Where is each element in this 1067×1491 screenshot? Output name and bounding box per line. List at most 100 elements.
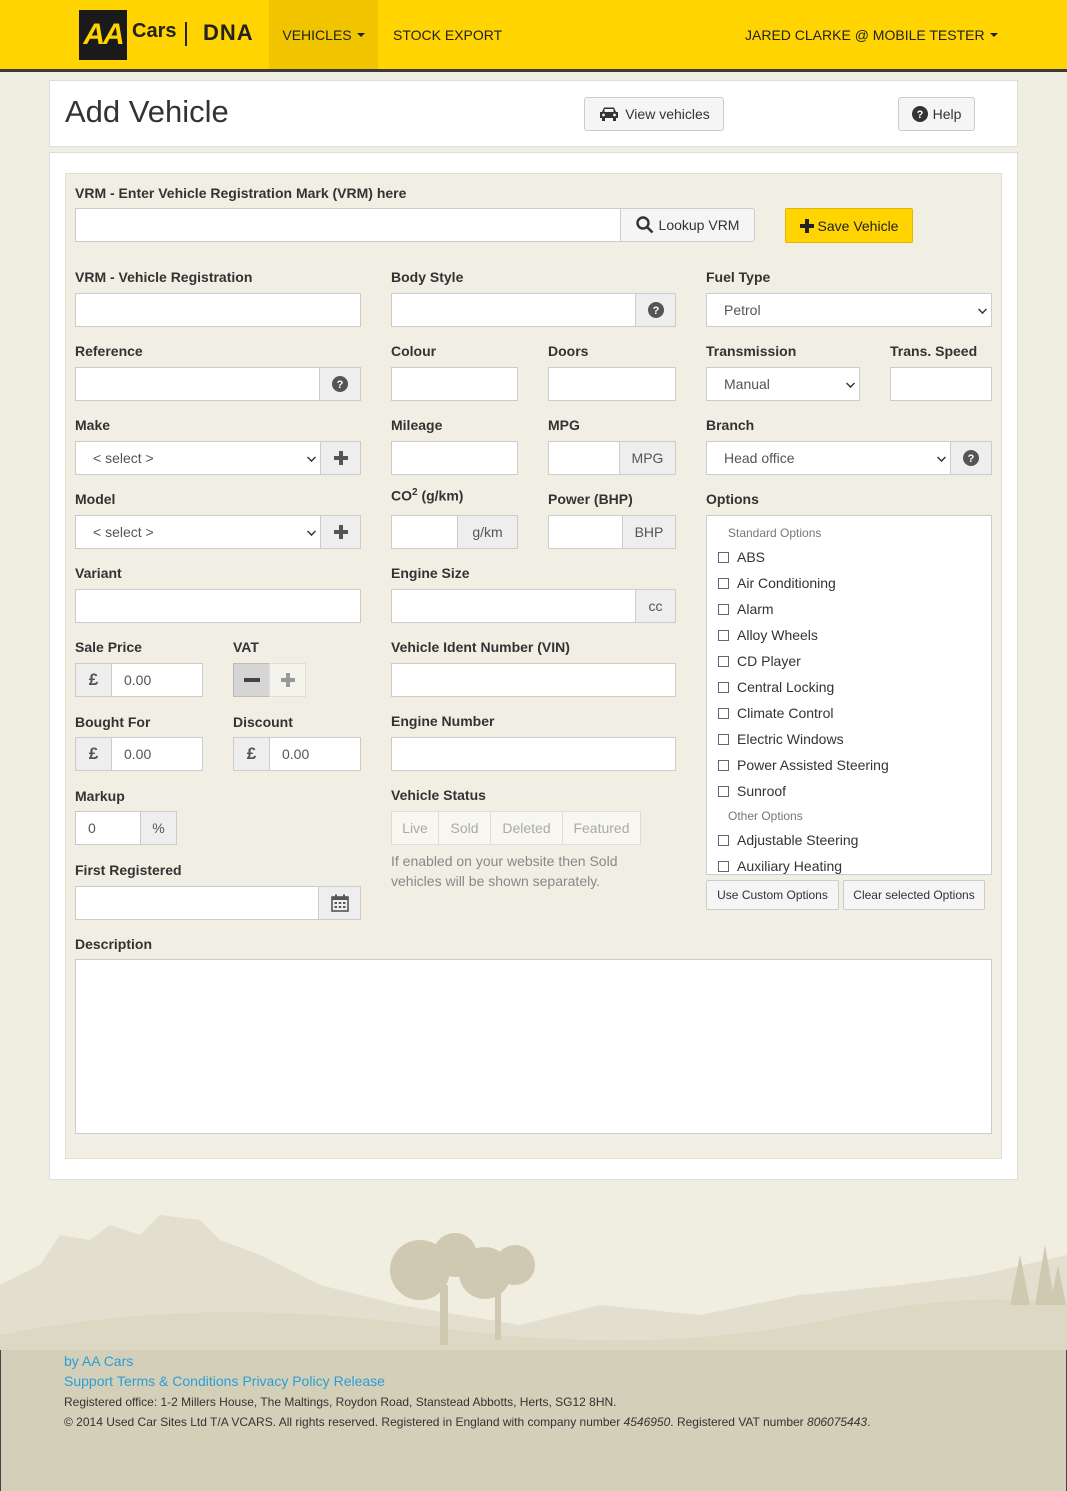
body-style-input[interactable]	[391, 293, 636, 327]
status-live-button[interactable]: Live	[391, 811, 439, 845]
engine-number-input[interactable]	[391, 737, 676, 771]
variant-input[interactable]	[75, 589, 361, 623]
branch-help-button[interactable]: ?	[950, 441, 992, 475]
vat-plus-button[interactable]	[269, 663, 306, 697]
plus-icon	[333, 525, 348, 539]
colour-input[interactable]	[391, 367, 518, 401]
co2-input[interactable]	[391, 515, 458, 549]
option-item[interactable]: Alloy Wheels	[718, 627, 818, 643]
vrm-lookup-input[interactable]	[75, 208, 621, 242]
save-vehicle-button[interactable]: Save Vehicle	[785, 208, 913, 243]
option-item[interactable]: Adjustable Steering	[718, 832, 858, 848]
markup-input[interactable]: 0	[75, 811, 141, 845]
checkbox[interactable]	[718, 577, 729, 589]
sale-price-input[interactable]: 0.00	[111, 663, 203, 697]
checkbox[interactable]	[718, 707, 729, 719]
aa-logo[interactable]: AA	[79, 10, 127, 60]
colour-label: Colour	[391, 343, 437, 359]
bought-for-input[interactable]: 0.00	[111, 737, 203, 771]
checkbox[interactable]	[718, 860, 729, 872]
select-arrow-icon	[307, 453, 316, 462]
status-deleted-button[interactable]: Deleted	[490, 811, 563, 845]
status-featured-button[interactable]: Featured	[562, 811, 641, 845]
vrm-input[interactable]	[75, 293, 361, 327]
power-input[interactable]	[548, 515, 623, 549]
other-options-heading: Other Options	[728, 809, 803, 823]
checkbox[interactable]	[718, 551, 729, 563]
question-circle-icon: ?	[647, 302, 664, 318]
checkbox[interactable]	[718, 785, 729, 797]
option-item[interactable]: Alarm	[718, 601, 774, 617]
option-item[interactable]: Sunroof	[718, 783, 786, 799]
make-value: < select >	[93, 450, 154, 466]
brand-cars[interactable]: Cars	[132, 20, 176, 43]
terms-link[interactable]: Terms & Conditions	[117, 1373, 238, 1389]
calendar-icon	[330, 894, 349, 912]
doors-label: Doors	[548, 343, 589, 359]
sale-price-label: Sale Price	[75, 639, 142, 655]
clear-options-button[interactable]: Clear selected Options	[843, 880, 985, 910]
checkbox[interactable]	[718, 834, 729, 846]
first-registered-input[interactable]	[75, 886, 319, 920]
checkbox[interactable]	[718, 655, 729, 667]
power-label: Power (BHP)	[548, 491, 633, 507]
svg-text:?: ?	[916, 109, 923, 121]
model-select[interactable]: < select >	[75, 515, 321, 549]
doors-input[interactable]	[548, 367, 676, 401]
make-label: Make	[75, 417, 111, 433]
checkbox[interactable]	[718, 759, 729, 771]
vin-input[interactable]	[391, 663, 676, 697]
branch-select[interactable]: Head office	[706, 441, 951, 475]
checkbox[interactable]	[718, 733, 729, 745]
reference-help-button[interactable]: ?	[319, 367, 361, 401]
view-vehicles-button[interactable]: View vehicles	[584, 97, 724, 131]
option-item[interactable]: Air Conditioning	[718, 575, 836, 591]
support-link[interactable]: Support	[64, 1373, 113, 1389]
mpg-input[interactable]	[548, 441, 620, 475]
checkbox[interactable]	[718, 603, 729, 615]
calendar-button[interactable]	[318, 886, 361, 920]
vehicle-status-help: If enabled on your website then Sold veh…	[391, 853, 618, 889]
copyright: © 2014 Used Car Sites Ltd T/A VCARS. All…	[64, 1415, 871, 1429]
option-item[interactable]: Electric Windows	[718, 731, 844, 747]
lookup-vrm-button[interactable]: Lookup VRM	[620, 208, 755, 242]
user-menu[interactable]: JARED CLARKE @ MOBILE TESTER	[745, 0, 998, 69]
plus-icon	[280, 673, 295, 687]
option-item[interactable]: Power Assisted Steering	[718, 757, 889, 773]
mileage-label: Mileage	[391, 417, 443, 433]
release-link[interactable]: Release	[334, 1373, 385, 1389]
footer-by-link[interactable]: by AA Cars	[64, 1353, 133, 1369]
engine-size-input[interactable]	[391, 589, 636, 623]
description-textarea[interactable]	[75, 959, 992, 1134]
discount-input[interactable]: 0.00	[269, 737, 361, 771]
nav-vehicles-menu[interactable]: VEHICLES	[269, 0, 378, 69]
status-sold-button[interactable]: Sold	[438, 811, 491, 845]
reference-label: Reference	[75, 343, 143, 359]
transmission-label: Transmission	[706, 343, 797, 359]
make-select[interactable]: < select >	[75, 441, 321, 475]
checkbox[interactable]	[718, 629, 729, 641]
svg-text:?: ?	[968, 453, 975, 465]
add-make-button[interactable]	[320, 441, 361, 475]
transmission-select[interactable]: Manual	[706, 367, 860, 401]
option-item[interactable]: CD Player	[718, 653, 801, 669]
brand-dna[interactable]: DNA	[203, 20, 254, 46]
privacy-link[interactable]: Privacy Policy	[242, 1373, 329, 1389]
body-style-help-button[interactable]: ?	[635, 293, 676, 327]
options-list[interactable]: Standard Options ABS Air Conditioning Al…	[706, 515, 992, 875]
checkbox[interactable]	[718, 681, 729, 693]
option-item[interactable]: Central Locking	[718, 679, 834, 695]
select-arrow-icon	[937, 453, 946, 462]
vat-minus-button[interactable]	[233, 663, 270, 697]
use-custom-options-button[interactable]: Use Custom Options	[706, 880, 839, 910]
trans-speed-input[interactable]	[890, 367, 992, 401]
reference-input[interactable]	[75, 367, 320, 401]
add-model-button[interactable]	[320, 515, 361, 549]
nav-stock-export[interactable]: STOCK EXPORT	[393, 0, 502, 69]
option-item[interactable]: Auxiliary Heating	[718, 858, 842, 874]
help-button[interactable]: ? Help	[898, 97, 975, 131]
option-item[interactable]: ABS	[718, 549, 765, 565]
mileage-input[interactable]	[391, 441, 518, 475]
fuel-type-select[interactable]: Petrol	[706, 293, 992, 327]
option-item[interactable]: Climate Control	[718, 705, 833, 721]
